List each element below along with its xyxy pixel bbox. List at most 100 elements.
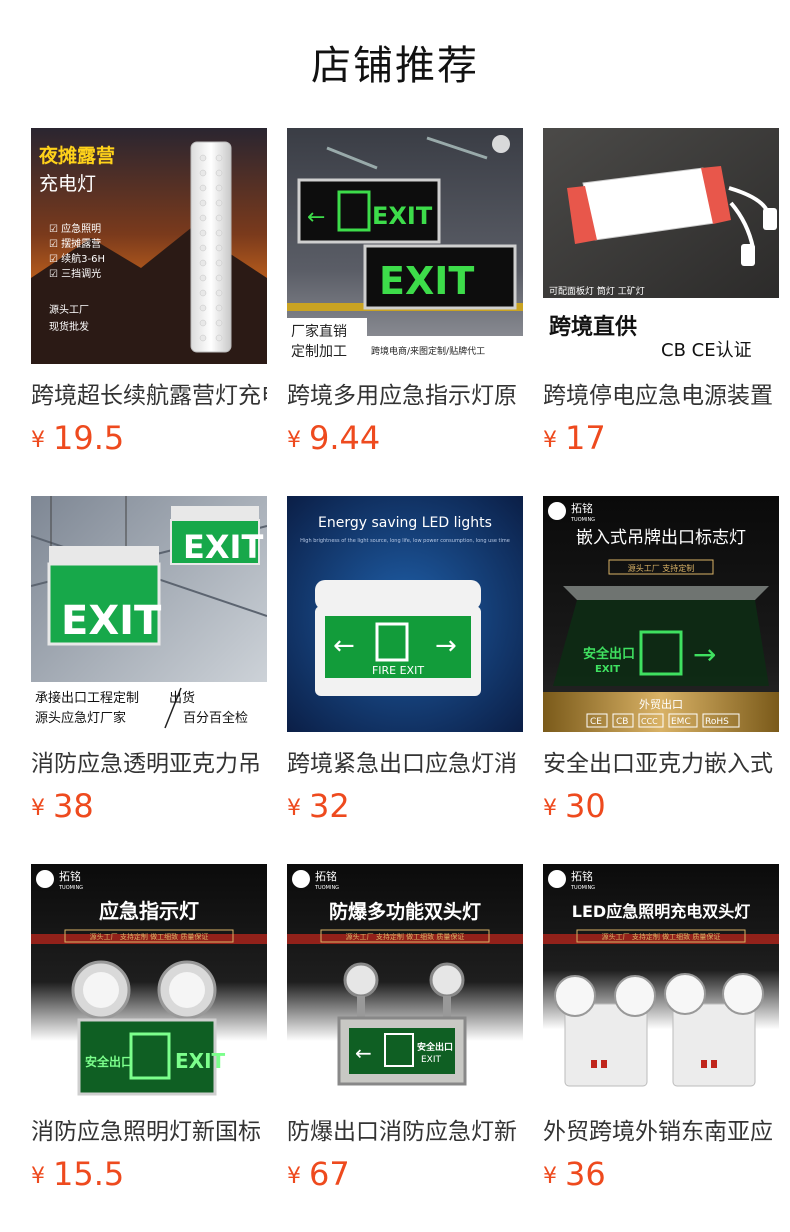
sign-cn: 安全出口: [417, 1041, 453, 1053]
product-price: ¥32: [287, 786, 350, 826]
thumb-subheadline: 充电灯: [39, 173, 96, 195]
sign-en: EXIT: [175, 1049, 226, 1073]
cert-badge: CB: [616, 717, 628, 727]
currency-symbol: ¥: [287, 796, 301, 821]
product-image[interactable]: 拓铭 TUOMING 嵌入式吊牌出口标志灯 源头工厂 支持定制 安全出口 EXI…: [543, 496, 779, 732]
product-price: ¥30: [543, 786, 606, 826]
product-card[interactable]: 拓铭 TUOMING 嵌入式吊牌出口标志灯 源头工厂 支持定制 安全出口 EXI…: [543, 496, 779, 826]
product-image[interactable]: Energy saving LED lights High brightness…: [287, 496, 523, 732]
currency-symbol: ¥: [31, 796, 45, 821]
thumb-band: 源头工厂 支持定制 做工细致 质量保证: [346, 932, 465, 941]
sign-en: EXIT: [421, 1055, 442, 1065]
thumb-cert: CB CE认证: [661, 340, 752, 361]
cert-badge: CE: [590, 717, 602, 727]
currency-symbol: ¥: [543, 428, 557, 453]
product-price: ¥17: [543, 418, 606, 458]
currency-symbol: ¥: [31, 1164, 45, 1189]
thumb-feature: ☑ 摆摊露营: [49, 237, 101, 250]
svg-text:←: ←: [307, 205, 325, 230]
product-name[interactable]: 防爆出口消防应急灯新: [287, 1114, 523, 1150]
brand-logo-en: TUOMING: [570, 885, 595, 891]
product-card[interactable]: 可配面板灯 筒灯 工矿灯 跨境直供 CB CE认证 跨境停电应急电源装置 ¥17: [543, 128, 779, 458]
cert-badge: RoHS: [705, 717, 729, 727]
sign-exit: EXIT: [61, 598, 162, 644]
svg-text:→: →: [435, 631, 457, 661]
currency-symbol: ¥: [543, 796, 557, 821]
sign-exit: EXIT: [372, 202, 433, 230]
price-value: 19.5: [53, 419, 125, 457]
thumb-headline: 防爆多功能双头灯: [329, 900, 481, 923]
thumb-line: 百分百全检: [183, 710, 248, 726]
thumb-headline: 嵌入式吊牌出口标志灯: [576, 528, 746, 548]
brand-logo: 拓铭: [315, 869, 337, 883]
product-card[interactable]: 拓铭 TUOMING 应急指示灯 源头工厂 支持定制 做工细致 质量保证 安全出…: [31, 864, 267, 1194]
price-value: 36: [565, 1155, 606, 1193]
product-name[interactable]: 跨境超长续航露营灯充电: [31, 378, 267, 414]
brand-logo-en: TUOMING: [314, 885, 339, 891]
currency-symbol: ¥: [543, 1164, 557, 1189]
sign-cn: 安全出口: [85, 1054, 133, 1069]
product-name[interactable]: 跨境停电应急电源装置: [543, 378, 779, 414]
thumb-feature: ☑ 续航3-6H: [49, 252, 105, 265]
product-image[interactable]: ← EXIT EXIT 厂家直销 定制加工 跨境电商/来图定制/贴牌代工: [287, 128, 523, 364]
thumb-note: 现货批发: [49, 320, 89, 333]
currency-symbol: ¥: [31, 428, 45, 453]
product-image[interactable]: 夜摊露营 充电灯 ☑ 应急照明 ☑ 摆摊露营 ☑ 续航3-6H ☑ 三挡调光 源…: [31, 128, 267, 364]
price-value: 17: [565, 419, 606, 457]
product-price: ¥19.5: [31, 418, 124, 458]
svg-text:←: ←: [355, 1041, 372, 1065]
thumb-export: 外贸出口: [639, 697, 683, 711]
svg-text:←: ←: [333, 631, 355, 661]
brand-logo-en: TUOMING: [570, 517, 595, 523]
product-image[interactable]: 拓铭 TUOMING 防爆多功能双头灯 源头工厂 支持定制 做工细致 质量保证 …: [287, 864, 523, 1100]
thumb-caption: 可配面板灯 筒灯 工矿灯: [549, 285, 645, 297]
product-name[interactable]: 消防应急照明灯新国标: [31, 1114, 267, 1150]
product-card[interactable]: 拓铭 TUOMING 防爆多功能双头灯 源头工厂 支持定制 做工细致 质量保证 …: [287, 864, 523, 1194]
thumb-band: 源头工厂 支持定制: [628, 563, 695, 573]
sign-en: EXIT: [595, 664, 620, 675]
product-name[interactable]: 外贸跨境外销东南亚应: [543, 1114, 779, 1150]
thumb-tagline: 跨境电商/来图定制/贴牌代工: [371, 345, 485, 357]
product-card[interactable]: Energy saving LED lights High brightness…: [287, 496, 523, 826]
price-value: 67: [309, 1155, 350, 1193]
svg-text:→: →: [693, 638, 716, 671]
brand-logo-en: TUOMING: [58, 885, 83, 891]
product-price: ¥67: [287, 1154, 350, 1194]
thumb-headline: Energy saving LED lights: [318, 515, 492, 531]
thumb-line: 出货: [169, 690, 195, 706]
thumb-line: 源头应急灯厂家: [35, 710, 126, 726]
brand-logo: 拓铭: [571, 501, 593, 515]
thumb-band: 源头工厂 支持定制 做工细致 质量保证: [90, 932, 209, 941]
thumb-headline: LED应急照明充电双头灯: [572, 902, 750, 921]
product-name[interactable]: 跨境多用应急指示灯原: [287, 378, 523, 414]
section-title: 店铺推荐: [311, 43, 479, 89]
price-value: 32: [309, 787, 350, 825]
product-image[interactable]: 拓铭 TUOMING 应急指示灯 源头工厂 支持定制 做工细致 质量保证 安全出…: [31, 864, 267, 1100]
currency-symbol: ¥: [287, 428, 301, 453]
product-image[interactable]: 拓铭 TUOMING LED应急照明充电双头灯 源头工厂 支持定制 做工细致 质…: [543, 864, 779, 1100]
product-card[interactable]: ← EXIT EXIT 厂家直销 定制加工 跨境电商/来图定制/贴牌代工 跨境多…: [287, 128, 523, 458]
brand-logo: 拓铭: [59, 869, 81, 883]
product-card[interactable]: EXIT EXIT 承接出口工程定制 出货 源头应急灯厂家 百分百全检 消防应急…: [31, 496, 267, 826]
product-card[interactable]: 夜摊露营 充电灯 ☑ 应急照明 ☑ 摆摊露营 ☑ 续航3-6H ☑ 三挡调光 源…: [31, 128, 267, 458]
thumb-headline: 夜摊露营: [38, 144, 115, 167]
thumb-headline: 应急指示灯: [99, 899, 199, 923]
thumb-tag: 定制加工: [291, 344, 347, 360]
product-name[interactable]: 安全出口亚克力嵌入式: [543, 746, 779, 782]
price-value: 38: [53, 787, 94, 825]
thumb-band: 源头工厂 支持定制 做工细致 质量保证: [602, 932, 721, 941]
product-name[interactable]: 跨境紧急出口应急灯消: [287, 746, 523, 782]
thumb-feature: ☑ 三挡调光: [49, 267, 101, 280]
thumb-line: 承接出口工程定制: [35, 690, 139, 706]
product-name[interactable]: 消防应急透明亚克力吊: [31, 746, 267, 782]
thumb-note: 源头工厂: [49, 303, 89, 316]
product-price: ¥9.44: [287, 418, 380, 458]
thumb-subline: High brightness of the light source, lon…: [300, 538, 510, 544]
product-card[interactable]: 拓铭 TUOMING LED应急照明充电双头灯 源头工厂 支持定制 做工细致 质…: [543, 864, 779, 1194]
product-image[interactable]: EXIT EXIT 承接出口工程定制 出货 源头应急灯厂家 百分百全检: [31, 496, 267, 732]
price-value: 9.44: [309, 419, 381, 457]
sign-exit: EXIT: [379, 259, 474, 303]
product-image[interactable]: 可配面板灯 筒灯 工矿灯 跨境直供 CB CE认证: [543, 128, 779, 364]
currency-symbol: ¥: [287, 1164, 301, 1189]
brand-logo: 拓铭: [571, 869, 593, 883]
